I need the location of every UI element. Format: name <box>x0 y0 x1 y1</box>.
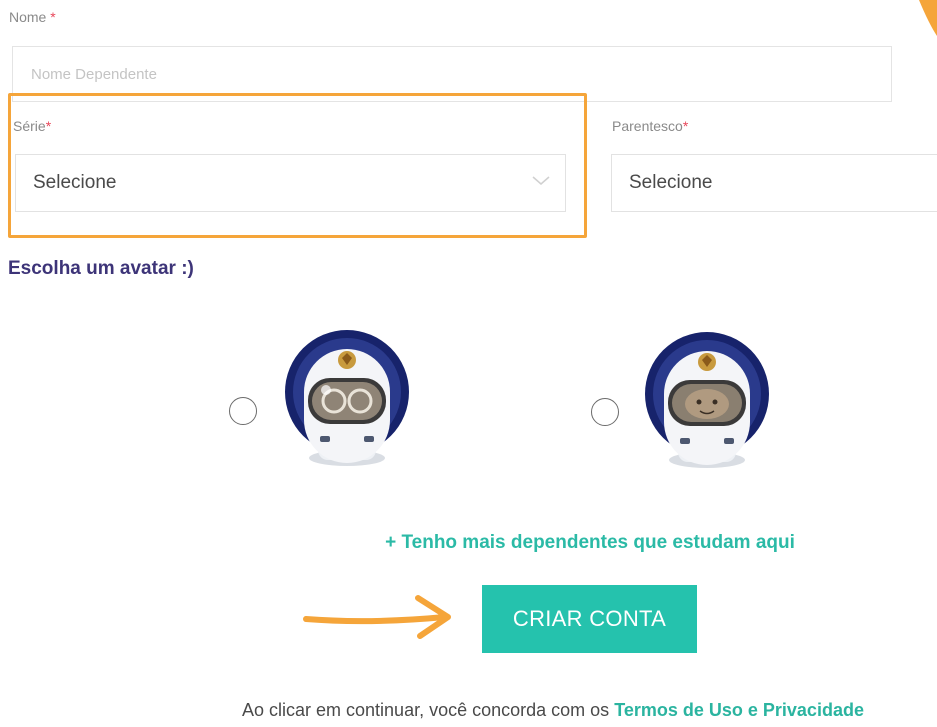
astronaut-boy-icon[interactable] <box>642 322 772 472</box>
avatar-1-radio[interactable] <box>229 397 257 425</box>
create-account-label: CRIAR CONTA <box>512 606 667 631</box>
terms-link[interactable]: Termos de Uso e Privacidade <box>614 700 864 720</box>
parentesco-select-value: Selecione <box>629 172 713 193</box>
serie-select[interactable]: Selecione <box>15 154 566 212</box>
avatar-section-title: Escolha um avatar :) <box>8 258 194 279</box>
astronaut-girl-icon[interactable] <box>282 320 412 470</box>
serie-label: Série* <box>13 118 52 134</box>
parentesco-label: Parentesco* <box>612 118 689 134</box>
terms-consent-text: Ao clicar em continuar, você concorda co… <box>242 700 864 721</box>
nome-input[interactable]: Nome Dependente <box>12 46 892 102</box>
create-account-button[interactable]: CRIAR CONTA <box>482 585 697 653</box>
decorative-corner-shape <box>919 0 937 36</box>
parentesco-select[interactable]: Selecione <box>611 154 937 212</box>
arrow-right-icon <box>303 595 451 639</box>
nome-label: Nome * <box>9 9 56 25</box>
avatar-2-radio[interactable] <box>591 398 619 426</box>
terms-consent-prefix: Ao clicar em continuar, você concorda co… <box>242 700 610 720</box>
chevron-down-icon <box>532 176 550 185</box>
serie-select-value: Selecione <box>33 172 117 193</box>
add-more-dependents-link[interactable]: + Tenho mais dependentes que estudam aqu… <box>349 532 831 554</box>
nome-placeholder: Nome Dependente <box>31 65 157 83</box>
